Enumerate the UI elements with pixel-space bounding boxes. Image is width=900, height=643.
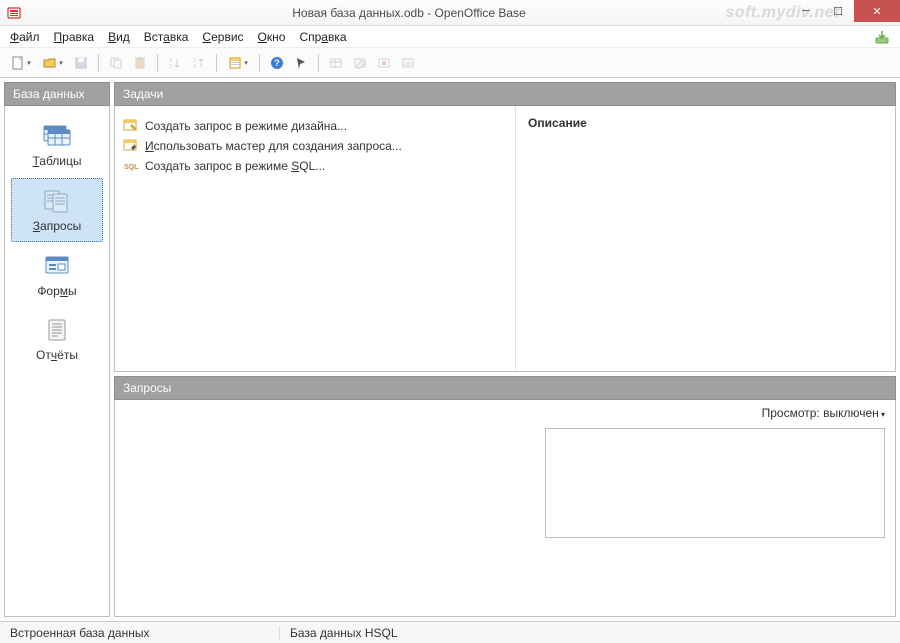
toolbar-separator [216, 54, 217, 72]
new-doc-button[interactable] [6, 52, 36, 74]
task-use-wizard[interactable]: Использовать мастер для создания запроса… [123, 136, 507, 156]
table-delete-button [373, 52, 395, 74]
design-icon [123, 118, 139, 134]
tasks-body: Создать запрос в режиме дизайна... Испол… [114, 106, 896, 372]
svg-text:ab: ab [404, 61, 412, 68]
preview-area [115, 424, 895, 616]
app-icon [6, 5, 22, 21]
menu-help[interactable]: Справка [293, 28, 352, 46]
sidebar-label: Запросы [33, 219, 81, 233]
sidebar-item-forms[interactable]: Формы [11, 244, 103, 306]
wizard-icon [123, 138, 139, 154]
toolbar: AZ ZA ? ab [0, 48, 900, 78]
sidebar-label: Таблицы [32, 154, 81, 168]
toolbar-separator [318, 54, 319, 72]
table-rename-button: ab [397, 52, 419, 74]
sort-desc-button: ZA [188, 52, 210, 74]
whats-this-button[interactable] [290, 52, 312, 74]
svg-text:SQL: SQL [124, 164, 139, 171]
update-icon[interactable] [874, 29, 890, 45]
description-header: Описание [528, 116, 883, 130]
table-new-button [325, 52, 347, 74]
forms-icon [40, 252, 74, 280]
menu-tools[interactable]: Сервис [196, 28, 249, 46]
tasks-panel: Задачи Создать запрос в режиме дизайна..… [114, 82, 896, 372]
sidebar-label: Отчёты [36, 348, 78, 362]
minimize-button[interactable]: ─ [790, 0, 822, 22]
toolbar-separator [98, 54, 99, 72]
queries-header: Запросы [114, 376, 896, 400]
status-bar: Встроенная база данных База данных HSQL [0, 621, 900, 643]
window-title: Новая база данных.odb - OpenOffice Base [28, 6, 790, 20]
table-edit-button [349, 52, 371, 74]
task-label: Создать запрос в режиме дизайна... [145, 119, 347, 133]
window-controls: ─ ☐ ✕ [790, 0, 900, 25]
queries-icon [40, 187, 74, 215]
sidebar-label: Формы [37, 284, 76, 298]
task-label: Создать запрос в режиме SQL... [145, 159, 325, 173]
svg-text:Z: Z [169, 64, 172, 69]
save-button [70, 52, 92, 74]
sidebar-item-queries[interactable]: Запросы [11, 178, 103, 242]
task-list: Создать запрос в режиме дизайна... Испол… [115, 106, 515, 371]
queries-body: Просмотр: выключен [114, 400, 896, 617]
status-left: Встроенная база данных [0, 626, 280, 640]
open-button[interactable] [38, 52, 68, 74]
maximize-button[interactable]: ☐ [822, 0, 854, 22]
close-button[interactable]: ✕ [854, 0, 900, 22]
sidebar: База данных Таблицы Запросы Формы [4, 82, 110, 617]
title-bar: Новая база данных.odb - OpenOffice Base … [0, 0, 900, 26]
sidebar-header: База данных [4, 82, 110, 106]
menu-insert[interactable]: Вставка [138, 28, 195, 46]
sidebar-item-reports[interactable]: Отчёты [11, 308, 103, 370]
task-create-sql[interactable]: SQL Создать запрос в режиме SQL... [123, 156, 507, 176]
menu-file[interactable]: Файл [4, 28, 46, 46]
toolbar-separator [259, 54, 260, 72]
task-label: Использовать мастер для создания запроса… [145, 139, 402, 153]
status-db: База данных HSQL [280, 626, 409, 640]
menu-edit[interactable]: Правка [48, 28, 101, 46]
task-create-design[interactable]: Создать запрос в режиме дизайна... [123, 116, 507, 136]
menu-view[interactable]: Вид [102, 28, 136, 46]
paste-button [129, 52, 151, 74]
preview-box [545, 428, 885, 538]
tables-icon [40, 122, 74, 150]
help-button[interactable]: ? [266, 52, 288, 74]
sidebar-item-tables[interactable]: Таблицы [11, 114, 103, 176]
tasks-header: Задачи [114, 82, 896, 106]
queries-panel: Запросы Просмотр: выключен [114, 376, 896, 617]
right-column: Задачи Создать запрос в режиме дизайна..… [114, 82, 896, 617]
copy-button [105, 52, 127, 74]
svg-text:A: A [193, 64, 197, 69]
sort-asc-button: AZ [164, 52, 186, 74]
form-button[interactable] [223, 52, 253, 74]
view-mode-row: Просмотр: выключен [115, 400, 895, 424]
menu-window[interactable]: Окно [252, 28, 292, 46]
description-column: Описание [515, 106, 895, 371]
menu-bar: Файл Правка Вид Вставка Сервис Окно Спра… [0, 26, 900, 48]
toolbar-separator [157, 54, 158, 72]
main-area: База данных Таблицы Запросы Формы [0, 78, 900, 621]
sql-icon: SQL [123, 158, 139, 174]
view-mode-dropdown[interactable]: Просмотр: выключен [762, 406, 885, 420]
sidebar-body: Таблицы Запросы Формы Отчёты [4, 106, 110, 617]
reports-icon [40, 316, 74, 344]
svg-text:?: ? [274, 58, 280, 68]
